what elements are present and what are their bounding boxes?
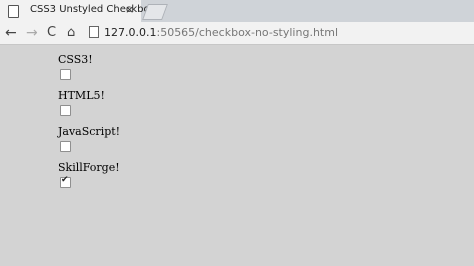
- tab-strip: CSS3 Unstyled Checkbox ×: [0, 0, 474, 22]
- url-path: :50565/checkbox-no-styling.html: [156, 26, 338, 39]
- browser-toolbar: ← → C ⌂ 127.0.0.1:50565/checkbox-no-styl…: [0, 22, 474, 45]
- forward-arrow-icon[interactable]: →: [26, 25, 38, 41]
- checkmark-icon: ✔: [61, 175, 69, 185]
- checkbox-label: CSS3!: [58, 53, 93, 66]
- checkbox-javascript[interactable]: [60, 141, 71, 152]
- checkbox-label: SkillForge!: [58, 161, 120, 174]
- checkbox-item-skillforge: SkillForge! ✔: [58, 161, 120, 188]
- page-info-icon[interactable]: [89, 26, 99, 38]
- checkbox-html5[interactable]: [60, 105, 71, 116]
- checkbox-item-html5: HTML5!: [58, 89, 105, 116]
- checkbox-item-javascript: JavaScript!: [58, 125, 120, 152]
- checkbox-css3[interactable]: [60, 69, 71, 80]
- page-content: CSS3! HTML5! JavaScript! SkillForge! ✔: [0, 45, 474, 266]
- back-arrow-icon[interactable]: ←: [5, 25, 17, 41]
- new-tab-button[interactable]: [142, 4, 168, 20]
- page-icon: [8, 5, 19, 18]
- browser-tab[interactable]: CSS3 Unstyled Checkbox ×: [0, 0, 155, 22]
- url-host: 127.0.0.1: [104, 26, 157, 39]
- checkbox-item-css3: CSS3!: [58, 53, 93, 80]
- home-icon[interactable]: ⌂: [67, 25, 75, 41]
- checkbox-skillforge[interactable]: ✔: [60, 175, 71, 188]
- address-bar[interactable]: 127.0.0.1:50565/checkbox-no-styling.html: [104, 26, 338, 39]
- checkbox-label: JavaScript!: [58, 125, 121, 138]
- checkbox-label: HTML5!: [58, 89, 105, 102]
- tab-title: CSS3 Unstyled Checkbox: [30, 4, 156, 15]
- reload-icon[interactable]: C: [47, 25, 56, 41]
- tab-close-icon[interactable]: ×: [125, 3, 134, 16]
